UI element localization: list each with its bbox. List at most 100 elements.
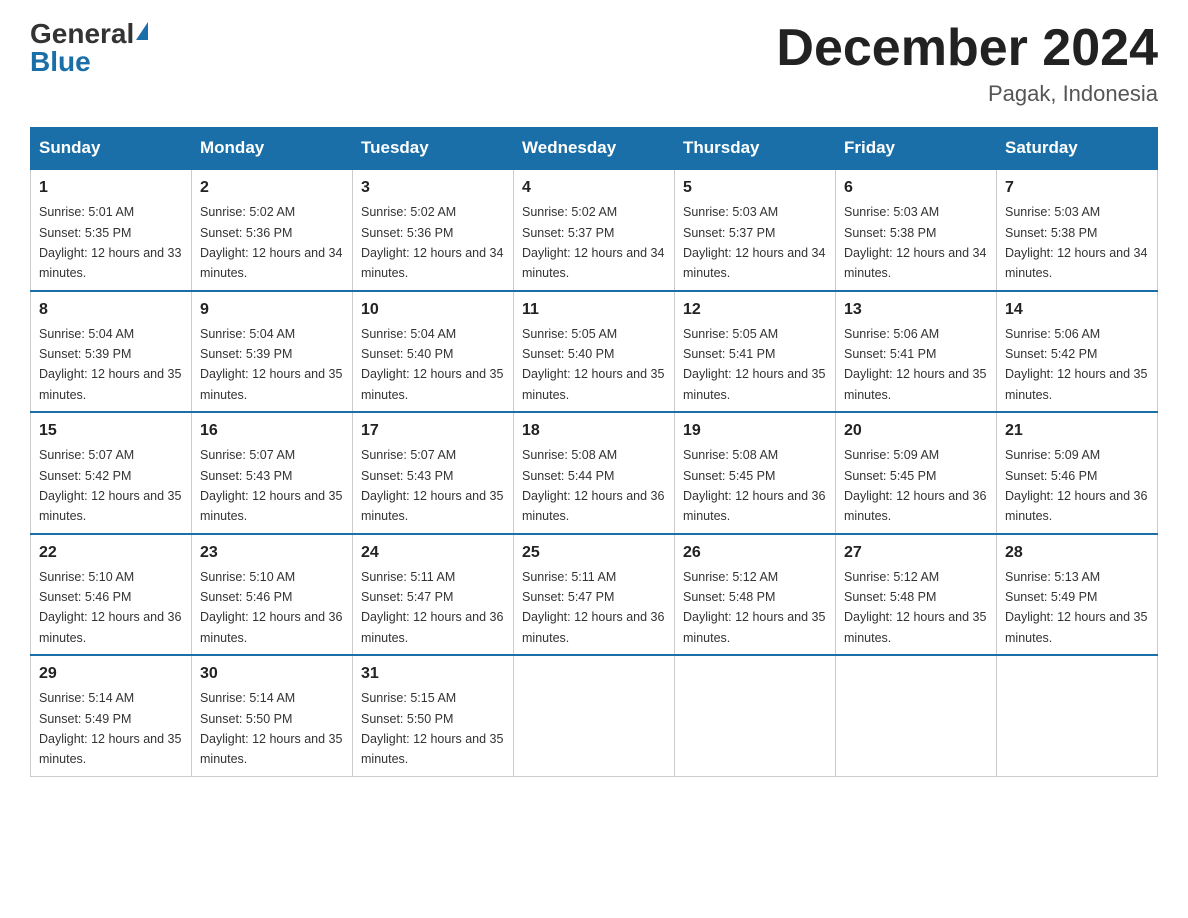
week-row-5: 29 Sunrise: 5:14 AMSunset: 5:49 PMDaylig… bbox=[31, 655, 1158, 776]
day-number: 12 bbox=[683, 298, 827, 322]
week-row-4: 22 Sunrise: 5:10 AMSunset: 5:46 PMDaylig… bbox=[31, 534, 1158, 656]
day-info: Sunrise: 5:03 AMSunset: 5:38 PMDaylight:… bbox=[844, 205, 986, 280]
title-block: December 2024 Pagak, Indonesia bbox=[776, 20, 1158, 107]
col-thursday: Thursday bbox=[675, 128, 836, 170]
day-info: Sunrise: 5:06 AMSunset: 5:41 PMDaylight:… bbox=[844, 327, 986, 402]
day-number: 29 bbox=[39, 662, 183, 686]
day-number: 11 bbox=[522, 298, 666, 322]
day-info: Sunrise: 5:01 AMSunset: 5:35 PMDaylight:… bbox=[39, 205, 181, 280]
calendar-cell: 30 Sunrise: 5:14 AMSunset: 5:50 PMDaylig… bbox=[192, 655, 353, 776]
day-info: Sunrise: 5:03 AMSunset: 5:37 PMDaylight:… bbox=[683, 205, 825, 280]
day-info: Sunrise: 5:07 AMSunset: 5:43 PMDaylight:… bbox=[361, 448, 503, 523]
day-number: 14 bbox=[1005, 298, 1149, 322]
day-number: 3 bbox=[361, 176, 505, 200]
col-wednesday: Wednesday bbox=[514, 128, 675, 170]
day-number: 25 bbox=[522, 541, 666, 565]
day-number: 7 bbox=[1005, 176, 1149, 200]
calendar-cell bbox=[514, 655, 675, 776]
calendar-cell: 31 Sunrise: 5:15 AMSunset: 5:50 PMDaylig… bbox=[353, 655, 514, 776]
day-info: Sunrise: 5:12 AMSunset: 5:48 PMDaylight:… bbox=[683, 570, 825, 645]
calendar-cell: 18 Sunrise: 5:08 AMSunset: 5:44 PMDaylig… bbox=[514, 412, 675, 534]
day-number: 22 bbox=[39, 541, 183, 565]
calendar-cell: 8 Sunrise: 5:04 AMSunset: 5:39 PMDayligh… bbox=[31, 291, 192, 413]
day-number: 18 bbox=[522, 419, 666, 443]
day-info: Sunrise: 5:04 AMSunset: 5:40 PMDaylight:… bbox=[361, 327, 503, 402]
day-info: Sunrise: 5:07 AMSunset: 5:42 PMDaylight:… bbox=[39, 448, 181, 523]
day-number: 21 bbox=[1005, 419, 1149, 443]
day-info: Sunrise: 5:04 AMSunset: 5:39 PMDaylight:… bbox=[39, 327, 181, 402]
day-info: Sunrise: 5:14 AMSunset: 5:49 PMDaylight:… bbox=[39, 691, 181, 766]
day-number: 27 bbox=[844, 541, 988, 565]
calendar-cell: 20 Sunrise: 5:09 AMSunset: 5:45 PMDaylig… bbox=[836, 412, 997, 534]
day-info: Sunrise: 5:07 AMSunset: 5:43 PMDaylight:… bbox=[200, 448, 342, 523]
day-number: 23 bbox=[200, 541, 344, 565]
day-info: Sunrise: 5:11 AMSunset: 5:47 PMDaylight:… bbox=[361, 570, 503, 645]
calendar-cell: 15 Sunrise: 5:07 AMSunset: 5:42 PMDaylig… bbox=[31, 412, 192, 534]
week-row-3: 15 Sunrise: 5:07 AMSunset: 5:42 PMDaylig… bbox=[31, 412, 1158, 534]
calendar-cell: 26 Sunrise: 5:12 AMSunset: 5:48 PMDaylig… bbox=[675, 534, 836, 656]
calendar-cell: 12 Sunrise: 5:05 AMSunset: 5:41 PMDaylig… bbox=[675, 291, 836, 413]
day-number: 5 bbox=[683, 176, 827, 200]
calendar-cell: 10 Sunrise: 5:04 AMSunset: 5:40 PMDaylig… bbox=[353, 291, 514, 413]
day-number: 1 bbox=[39, 176, 183, 200]
day-info: Sunrise: 5:10 AMSunset: 5:46 PMDaylight:… bbox=[39, 570, 181, 645]
location-subtitle: Pagak, Indonesia bbox=[776, 81, 1158, 107]
calendar-cell: 4 Sunrise: 5:02 AMSunset: 5:37 PMDayligh… bbox=[514, 169, 675, 291]
logo-general-text: General bbox=[30, 20, 134, 48]
calendar-cell: 25 Sunrise: 5:11 AMSunset: 5:47 PMDaylig… bbox=[514, 534, 675, 656]
day-number: 13 bbox=[844, 298, 988, 322]
day-info: Sunrise: 5:12 AMSunset: 5:48 PMDaylight:… bbox=[844, 570, 986, 645]
logo-blue-text: Blue bbox=[30, 48, 91, 76]
day-number: 26 bbox=[683, 541, 827, 565]
day-info: Sunrise: 5:04 AMSunset: 5:39 PMDaylight:… bbox=[200, 327, 342, 402]
calendar-cell: 22 Sunrise: 5:10 AMSunset: 5:46 PMDaylig… bbox=[31, 534, 192, 656]
day-number: 30 bbox=[200, 662, 344, 686]
calendar-cell: 11 Sunrise: 5:05 AMSunset: 5:40 PMDaylig… bbox=[514, 291, 675, 413]
day-number: 28 bbox=[1005, 541, 1149, 565]
day-number: 19 bbox=[683, 419, 827, 443]
page-header: General Blue December 2024 Pagak, Indone… bbox=[30, 20, 1158, 107]
day-info: Sunrise: 5:02 AMSunset: 5:37 PMDaylight:… bbox=[522, 205, 664, 280]
day-number: 10 bbox=[361, 298, 505, 322]
day-info: Sunrise: 5:08 AMSunset: 5:45 PMDaylight:… bbox=[683, 448, 825, 523]
day-info: Sunrise: 5:11 AMSunset: 5:47 PMDaylight:… bbox=[522, 570, 664, 645]
day-info: Sunrise: 5:05 AMSunset: 5:40 PMDaylight:… bbox=[522, 327, 664, 402]
day-info: Sunrise: 5:06 AMSunset: 5:42 PMDaylight:… bbox=[1005, 327, 1147, 402]
calendar-cell: 3 Sunrise: 5:02 AMSunset: 5:36 PMDayligh… bbox=[353, 169, 514, 291]
calendar-cell: 17 Sunrise: 5:07 AMSunset: 5:43 PMDaylig… bbox=[353, 412, 514, 534]
calendar-cell: 29 Sunrise: 5:14 AMSunset: 5:49 PMDaylig… bbox=[31, 655, 192, 776]
day-number: 9 bbox=[200, 298, 344, 322]
day-number: 16 bbox=[200, 419, 344, 443]
day-info: Sunrise: 5:02 AMSunset: 5:36 PMDaylight:… bbox=[200, 205, 342, 280]
day-info: Sunrise: 5:15 AMSunset: 5:50 PMDaylight:… bbox=[361, 691, 503, 766]
day-info: Sunrise: 5:08 AMSunset: 5:44 PMDaylight:… bbox=[522, 448, 664, 523]
col-monday: Monday bbox=[192, 128, 353, 170]
logo-triangle-icon bbox=[136, 22, 148, 40]
calendar-cell bbox=[997, 655, 1158, 776]
month-title: December 2024 bbox=[776, 20, 1158, 77]
week-row-1: 1 Sunrise: 5:01 AMSunset: 5:35 PMDayligh… bbox=[31, 169, 1158, 291]
calendar-cell bbox=[836, 655, 997, 776]
calendar-table: Sunday Monday Tuesday Wednesday Thursday… bbox=[30, 127, 1158, 777]
day-number: 8 bbox=[39, 298, 183, 322]
header-row: Sunday Monday Tuesday Wednesday Thursday… bbox=[31, 128, 1158, 170]
day-info: Sunrise: 5:09 AMSunset: 5:45 PMDaylight:… bbox=[844, 448, 986, 523]
col-sunday: Sunday bbox=[31, 128, 192, 170]
col-tuesday: Tuesday bbox=[353, 128, 514, 170]
calendar-cell: 13 Sunrise: 5:06 AMSunset: 5:41 PMDaylig… bbox=[836, 291, 997, 413]
calendar-cell: 6 Sunrise: 5:03 AMSunset: 5:38 PMDayligh… bbox=[836, 169, 997, 291]
calendar-cell: 28 Sunrise: 5:13 AMSunset: 5:49 PMDaylig… bbox=[997, 534, 1158, 656]
day-number: 17 bbox=[361, 419, 505, 443]
day-info: Sunrise: 5:05 AMSunset: 5:41 PMDaylight:… bbox=[683, 327, 825, 402]
day-info: Sunrise: 5:02 AMSunset: 5:36 PMDaylight:… bbox=[361, 205, 503, 280]
calendar-cell: 1 Sunrise: 5:01 AMSunset: 5:35 PMDayligh… bbox=[31, 169, 192, 291]
col-friday: Friday bbox=[836, 128, 997, 170]
calendar-cell: 19 Sunrise: 5:08 AMSunset: 5:45 PMDaylig… bbox=[675, 412, 836, 534]
calendar-cell: 27 Sunrise: 5:12 AMSunset: 5:48 PMDaylig… bbox=[836, 534, 997, 656]
week-row-2: 8 Sunrise: 5:04 AMSunset: 5:39 PMDayligh… bbox=[31, 291, 1158, 413]
day-info: Sunrise: 5:10 AMSunset: 5:46 PMDaylight:… bbox=[200, 570, 342, 645]
day-info: Sunrise: 5:03 AMSunset: 5:38 PMDaylight:… bbox=[1005, 205, 1147, 280]
calendar-cell: 16 Sunrise: 5:07 AMSunset: 5:43 PMDaylig… bbox=[192, 412, 353, 534]
calendar-cell bbox=[675, 655, 836, 776]
day-number: 4 bbox=[522, 176, 666, 200]
